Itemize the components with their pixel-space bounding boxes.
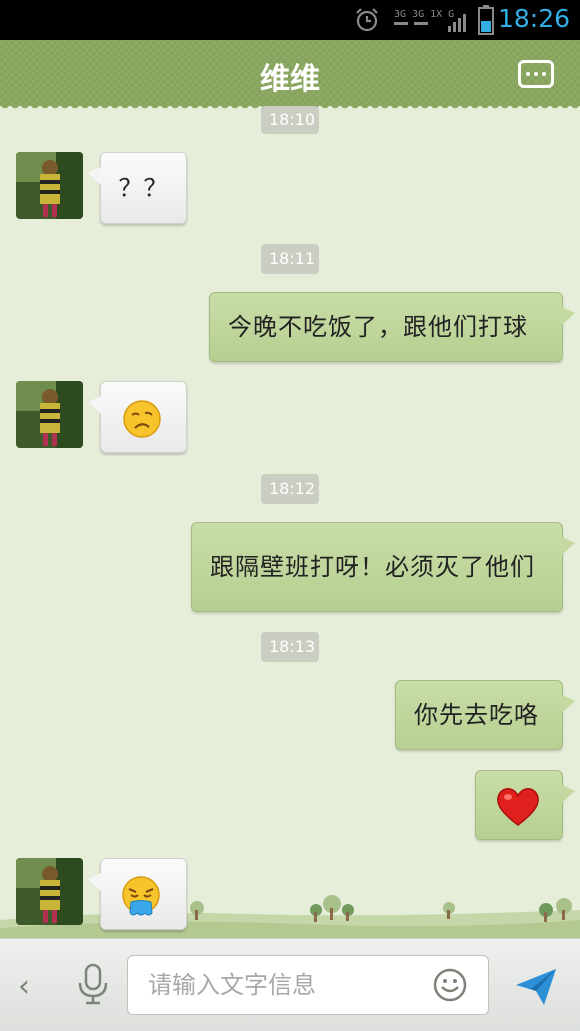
- message-text: 跟隔壁班打呀！必须灭了他们: [210, 553, 535, 581]
- battery-icon: [478, 5, 494, 35]
- microphone-icon[interactable]: [76, 963, 110, 1005]
- chat-header: 维维: [0, 40, 580, 106]
- contact-avatar[interactable]: [16, 152, 83, 219]
- outgoing-message-bubble[interactable]: 你先去吃咯: [395, 680, 575, 750]
- status-time: 18:26: [497, 4, 570, 33]
- incoming-message-bubble[interactable]: [88, 381, 187, 453]
- heart-icon: [497, 788, 539, 826]
- outgoing-message-bubble[interactable]: 今晚不吃饭了，跟他们打球: [209, 292, 575, 362]
- message-text: ？？: [118, 174, 169, 202]
- chevron-left-icon[interactable]: ‹: [18, 969, 30, 1004]
- outgoing-message-bubble[interactable]: [475, 770, 575, 840]
- status-bar: 3G 3G 1X G 18:26: [0, 0, 580, 40]
- alarm-clock-icon: [356, 8, 378, 32]
- message-timestamp: 18:10: [261, 106, 319, 134]
- decorative-landscape: [0, 895, 580, 938]
- send-button[interactable]: [514, 967, 558, 1007]
- message-timestamp: 18:12: [261, 474, 319, 504]
- contact-avatar[interactable]: [16, 858, 83, 925]
- emoji-smile-icon[interactable]: [432, 967, 468, 1003]
- signal-strength-icon: 3G 3G 1X G: [394, 9, 466, 32]
- svg-text:3G 3G 1X G: 3G 3G 1X G: [394, 9, 454, 20]
- contact-avatar[interactable]: [16, 381, 83, 448]
- frowning-face-icon: [123, 400, 161, 438]
- chat-screen: 3G 3G 1X G 18:26 维维 18:10 ？？ 18:11 今晚不吃饭…: [0, 0, 580, 1031]
- contact-name-title: 维维: [260, 62, 320, 97]
- message-timestamp: 18:11: [261, 244, 319, 274]
- outgoing-message-bubble[interactable]: 跟隔壁班打呀！必须灭了他们: [191, 522, 575, 612]
- drooling-face-icon: [122, 876, 160, 916]
- incoming-message-bubble[interactable]: ？？: [88, 152, 187, 224]
- message-text: 你先去吃咯: [414, 701, 539, 729]
- more-options-button[interactable]: [518, 60, 554, 88]
- message-timestamp: 18:13: [261, 632, 319, 662]
- message-input-bar: ‹ 请输入文字信息: [0, 938, 580, 1031]
- message-text: 今晚不吃饭了，跟他们打球: [228, 313, 528, 341]
- incoming-message-bubble[interactable]: [88, 858, 187, 930]
